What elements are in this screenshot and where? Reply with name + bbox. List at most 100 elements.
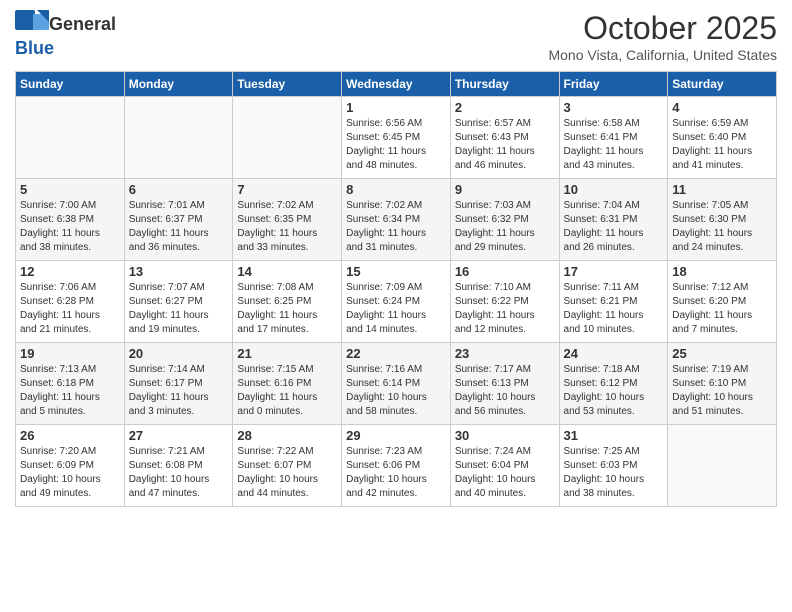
month-title: October 2025 <box>548 10 777 47</box>
day-number: 13 <box>129 264 229 279</box>
calendar-cell: 2Sunrise: 6:57 AM Sunset: 6:43 PM Daylig… <box>450 97 559 179</box>
calendar-cell: 19Sunrise: 7:13 AM Sunset: 6:18 PM Dayli… <box>16 343 125 425</box>
day-info: Sunrise: 6:56 AM Sunset: 6:45 PM Dayligh… <box>346 117 446 173</box>
main-container: General Blue October 2025 Mono Vista, Ca… <box>0 0 792 517</box>
day-number: 21 <box>237 346 337 361</box>
calendar-cell: 18 Sunrise: 7:12 AM Sunset: 6:20 PM Dayli… <box>668 261 777 343</box>
calendar-cell: 17 Sunrise: 7:11 AM Sunset: 6:21 PM Dayli… <box>559 261 668 343</box>
calendar-cell <box>16 97 125 179</box>
day-number: 15 <box>346 264 446 279</box>
weekday-header-monday: Monday <box>124 72 233 97</box>
day-info: Sunrise: 7:17 AM Sunset: 6:13 PM Dayligh… <box>455 363 555 419</box>
day-info: Sunrise: 7:15 AM Sunset: 6:16 PM Dayligh… <box>237 363 337 419</box>
day-info: Sunrise: 6:59 AM Sunset: 6:40 PM Dayligh… <box>672 117 772 173</box>
weekday-header-row: SundayMondayTuesdayWednesdayThursdayFrid… <box>16 72 777 97</box>
day-number: 11 <box>672 182 772 197</box>
calendar-cell <box>233 97 342 179</box>
calendar-cell: 5Sunrise: 7:00 AM Sunset: 6:38 PM Daylig… <box>16 179 125 261</box>
calendar-cell: 24 Sunrise: 7:18 AM Sunset: 6:12 PM Dayli… <box>559 343 668 425</box>
day-info: Sunrise: 7:10 AM Sunset: 6:22 PM Dayligh… <box>455 281 555 337</box>
calendar-cell: 20Sunrise: 7:14 AM Sunset: 6:17 PM Dayli… <box>124 343 233 425</box>
day-number: 8 <box>346 182 446 197</box>
day-number: 24 <box>564 346 664 361</box>
logo: General Blue <box>15 10 116 59</box>
day-number: 22 <box>346 346 446 361</box>
day-number: 3 <box>564 100 664 115</box>
week-row-0: 1 Sunrise: 6:56 AM Sunset: 6:45 PM Daylig… <box>16 97 777 179</box>
day-info: Sunrise: 7:25 AM Sunset: 6:03 PM Dayligh… <box>564 445 664 501</box>
day-info: Sunrise: 7:05 AM Sunset: 6:30 PM Dayligh… <box>672 199 772 255</box>
calendar-cell <box>668 425 777 507</box>
weekday-header-sunday: Sunday <box>16 72 125 97</box>
day-info: Sunrise: 7:19 AM Sunset: 6:10 PM Dayligh… <box>672 363 772 419</box>
day-info: Sunrise: 7:12 AM Sunset: 6:20 PM Dayligh… <box>672 281 772 337</box>
weekday-header-friday: Friday <box>559 72 668 97</box>
day-number: 17 <box>564 264 664 279</box>
title-area: October 2025 Mono Vista, California, Uni… <box>548 10 777 63</box>
day-info: Sunrise: 7:24 AM Sunset: 6:04 PM Dayligh… <box>455 445 555 501</box>
calendar-cell: 12Sunrise: 7:06 AM Sunset: 6:28 PM Dayli… <box>16 261 125 343</box>
day-info: Sunrise: 7:14 AM Sunset: 6:17 PM Dayligh… <box>129 363 229 419</box>
day-info: Sunrise: 7:02 AM Sunset: 6:35 PM Dayligh… <box>237 199 337 255</box>
day-info: Sunrise: 7:16 AM Sunset: 6:14 PM Dayligh… <box>346 363 446 419</box>
day-number: 4 <box>672 100 772 115</box>
day-number: 31 <box>564 428 664 443</box>
day-info: Sunrise: 7:04 AM Sunset: 6:31 PM Dayligh… <box>564 199 664 255</box>
week-row-3: 19Sunrise: 7:13 AM Sunset: 6:18 PM Dayli… <box>16 343 777 425</box>
week-row-4: 26 Sunrise: 7:20 AM Sunset: 6:09 PM Dayli… <box>16 425 777 507</box>
day-info: Sunrise: 7:08 AM Sunset: 6:25 PM Dayligh… <box>237 281 337 337</box>
calendar-cell: 23Sunrise: 7:17 AM Sunset: 6:13 PM Dayli… <box>450 343 559 425</box>
calendar-cell: 4 Sunrise: 6:59 AM Sunset: 6:40 PM Daylig… <box>668 97 777 179</box>
calendar-cell: 28Sunrise: 7:22 AM Sunset: 6:07 PM Dayli… <box>233 425 342 507</box>
weekday-header-saturday: Saturday <box>668 72 777 97</box>
header: General Blue October 2025 Mono Vista, Ca… <box>15 10 777 63</box>
day-info: Sunrise: 6:58 AM Sunset: 6:41 PM Dayligh… <box>564 117 664 173</box>
day-number: 27 <box>129 428 229 443</box>
day-number: 18 <box>672 264 772 279</box>
logo-general-text: General <box>49 14 116 35</box>
day-info: Sunrise: 7:11 AM Sunset: 6:21 PM Dayligh… <box>564 281 664 337</box>
day-number: 30 <box>455 428 555 443</box>
day-info: Sunrise: 7:02 AM Sunset: 6:34 PM Dayligh… <box>346 199 446 255</box>
day-info: Sunrise: 7:06 AM Sunset: 6:28 PM Dayligh… <box>20 281 120 337</box>
week-row-2: 12Sunrise: 7:06 AM Sunset: 6:28 PM Dayli… <box>16 261 777 343</box>
day-info: Sunrise: 7:20 AM Sunset: 6:09 PM Dayligh… <box>20 445 120 501</box>
day-info: Sunrise: 7:03 AM Sunset: 6:32 PM Dayligh… <box>455 199 555 255</box>
day-info: Sunrise: 7:01 AM Sunset: 6:37 PM Dayligh… <box>129 199 229 255</box>
calendar-cell: 29Sunrise: 7:23 AM Sunset: 6:06 PM Dayli… <box>342 425 451 507</box>
calendar-cell: 7 Sunrise: 7:02 AM Sunset: 6:35 PM Daylig… <box>233 179 342 261</box>
day-info: Sunrise: 7:21 AM Sunset: 6:08 PM Dayligh… <box>129 445 229 501</box>
day-info: Sunrise: 6:57 AM Sunset: 6:43 PM Dayligh… <box>455 117 555 173</box>
location: Mono Vista, California, United States <box>548 47 777 63</box>
calendar-cell: 11 Sunrise: 7:05 AM Sunset: 6:30 PM Dayli… <box>668 179 777 261</box>
calendar-cell: 10 Sunrise: 7:04 AM Sunset: 6:31 PM Dayli… <box>559 179 668 261</box>
calendar-cell: 25 Sunrise: 7:19 AM Sunset: 6:10 PM Dayli… <box>668 343 777 425</box>
calendar-cell: 22 Sunrise: 7:16 AM Sunset: 6:14 PM Dayli… <box>342 343 451 425</box>
calendar-cell: 1 Sunrise: 6:56 AM Sunset: 6:45 PM Daylig… <box>342 97 451 179</box>
weekday-header-thursday: Thursday <box>450 72 559 97</box>
day-number: 16 <box>455 264 555 279</box>
day-number: 10 <box>564 182 664 197</box>
calendar-cell: 26 Sunrise: 7:20 AM Sunset: 6:09 PM Dayli… <box>16 425 125 507</box>
day-number: 14 <box>237 264 337 279</box>
day-number: 1 <box>346 100 446 115</box>
day-info: Sunrise: 7:00 AM Sunset: 6:38 PM Dayligh… <box>20 199 120 255</box>
weekday-header-wednesday: Wednesday <box>342 72 451 97</box>
calendar-cell: 31 Sunrise: 7:25 AM Sunset: 6:03 PM Dayli… <box>559 425 668 507</box>
weekday-header-tuesday: Tuesday <box>233 72 342 97</box>
calendar-cell: 8 Sunrise: 7:02 AM Sunset: 6:34 PM Daylig… <box>342 179 451 261</box>
calendar-cell: 9Sunrise: 7:03 AM Sunset: 6:32 PM Daylig… <box>450 179 559 261</box>
day-number: 19 <box>20 346 120 361</box>
week-row-1: 5Sunrise: 7:00 AM Sunset: 6:38 PM Daylig… <box>16 179 777 261</box>
day-number: 25 <box>672 346 772 361</box>
day-number: 7 <box>237 182 337 197</box>
day-info: Sunrise: 7:09 AM Sunset: 6:24 PM Dayligh… <box>346 281 446 337</box>
day-info: Sunrise: 7:22 AM Sunset: 6:07 PM Dayligh… <box>237 445 337 501</box>
logo-icon <box>15 10 49 38</box>
calendar-cell: 6Sunrise: 7:01 AM Sunset: 6:37 PM Daylig… <box>124 179 233 261</box>
day-info: Sunrise: 7:23 AM Sunset: 6:06 PM Dayligh… <box>346 445 446 501</box>
calendar-cell: 16 Sunrise: 7:10 AM Sunset: 6:22 PM Dayli… <box>450 261 559 343</box>
calendar-cell: 14 Sunrise: 7:08 AM Sunset: 6:25 PM Dayli… <box>233 261 342 343</box>
day-number: 26 <box>20 428 120 443</box>
day-info: Sunrise: 7:18 AM Sunset: 6:12 PM Dayligh… <box>564 363 664 419</box>
